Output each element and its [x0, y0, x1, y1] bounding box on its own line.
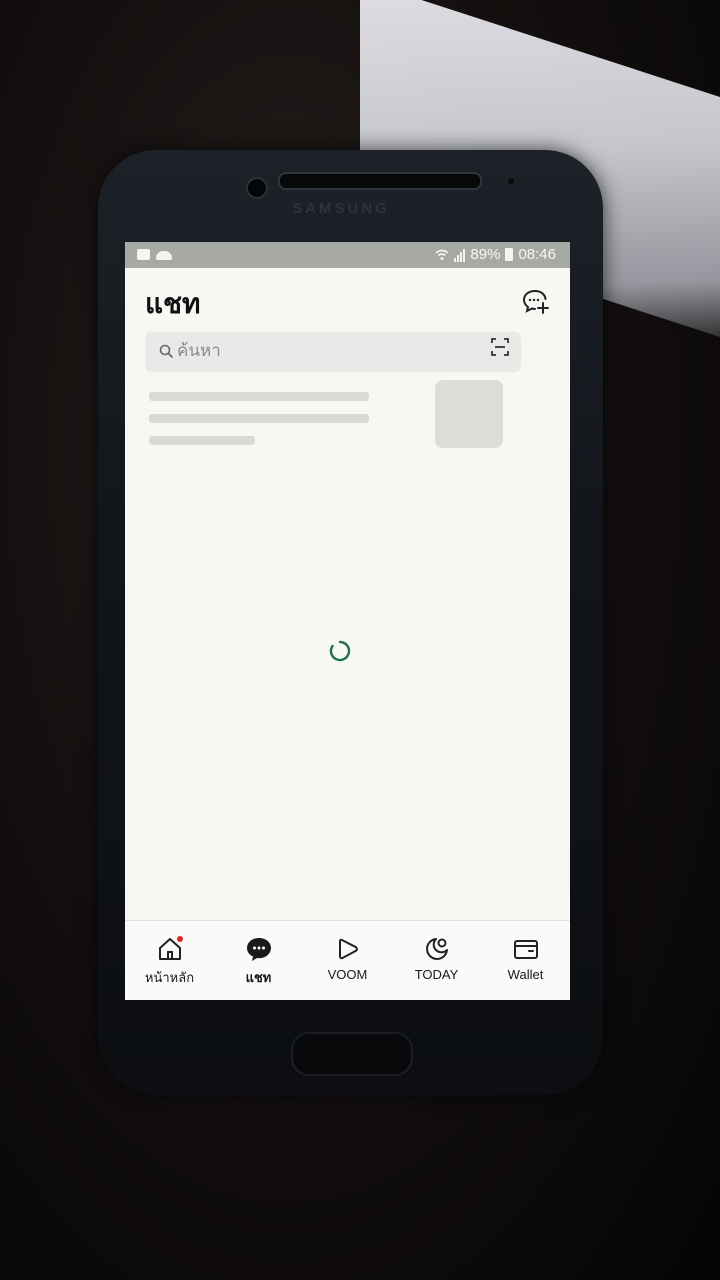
bottom-tab-bar: หน้าหลัก แชท VOOM TODAY Wallet: [125, 920, 570, 1000]
notification-badge: [176, 936, 183, 942]
page-title: แชท: [145, 288, 201, 319]
today-icon: [425, 938, 448, 960]
skeleton-line: [149, 436, 255, 445]
tab-voom[interactable]: VOOM: [303, 921, 392, 1000]
status-bar: 89% 08:46: [125, 242, 570, 268]
notification-folder-icon: [137, 249, 150, 260]
search-bar[interactable]: [145, 332, 521, 372]
voom-play-icon: [338, 938, 358, 960]
chat-header: แชท: [145, 282, 550, 322]
tab-chat-label: แชท: [245, 970, 272, 985]
hardware-home-button[interactable]: [291, 1032, 413, 1076]
front-camera: [246, 177, 268, 199]
tab-today-label: TODAY: [414, 967, 459, 982]
skeleton-thumbnail: [435, 380, 503, 448]
skeleton-line: [149, 414, 369, 423]
app-screen: 89% 08:46 แชท ค้นหา หน้าหลัก แชท VOOM TO…: [125, 242, 570, 1000]
tab-chat[interactable]: แชท: [214, 921, 303, 1000]
battery-percent: 89%: [470, 246, 501, 263]
chat-bubble-icon: [246, 938, 271, 961]
earpiece-speaker: [278, 172, 482, 190]
wallet-icon: [513, 940, 538, 959]
tab-wallet[interactable]: Wallet: [481, 921, 570, 1000]
skeleton-line: [149, 392, 369, 401]
search-input[interactable]: [177, 338, 447, 364]
tab-home[interactable]: หน้าหลัก: [125, 921, 214, 1000]
proximity-sensor: [508, 178, 514, 184]
device-brand: SAMSUNG: [292, 200, 390, 217]
tab-today[interactable]: TODAY: [392, 921, 481, 1000]
cloud-icon: [156, 251, 172, 260]
search-icon: [159, 344, 173, 358]
chat-add-icon[interactable]: [522, 288, 550, 314]
wifi-icon: [435, 249, 449, 260]
clock: 08:46: [518, 246, 556, 263]
home-icon: [158, 936, 183, 960]
signal-icon: [454, 248, 466, 262]
spinner-icon: [329, 640, 351, 662]
battery-icon: [505, 248, 514, 261]
qr-scan-icon[interactable]: [491, 338, 509, 356]
tab-home-label: หน้าหลัก: [144, 970, 195, 985]
tab-wallet-label: Wallet: [507, 967, 544, 982]
tab-voom-label: VOOM: [327, 967, 368, 982]
